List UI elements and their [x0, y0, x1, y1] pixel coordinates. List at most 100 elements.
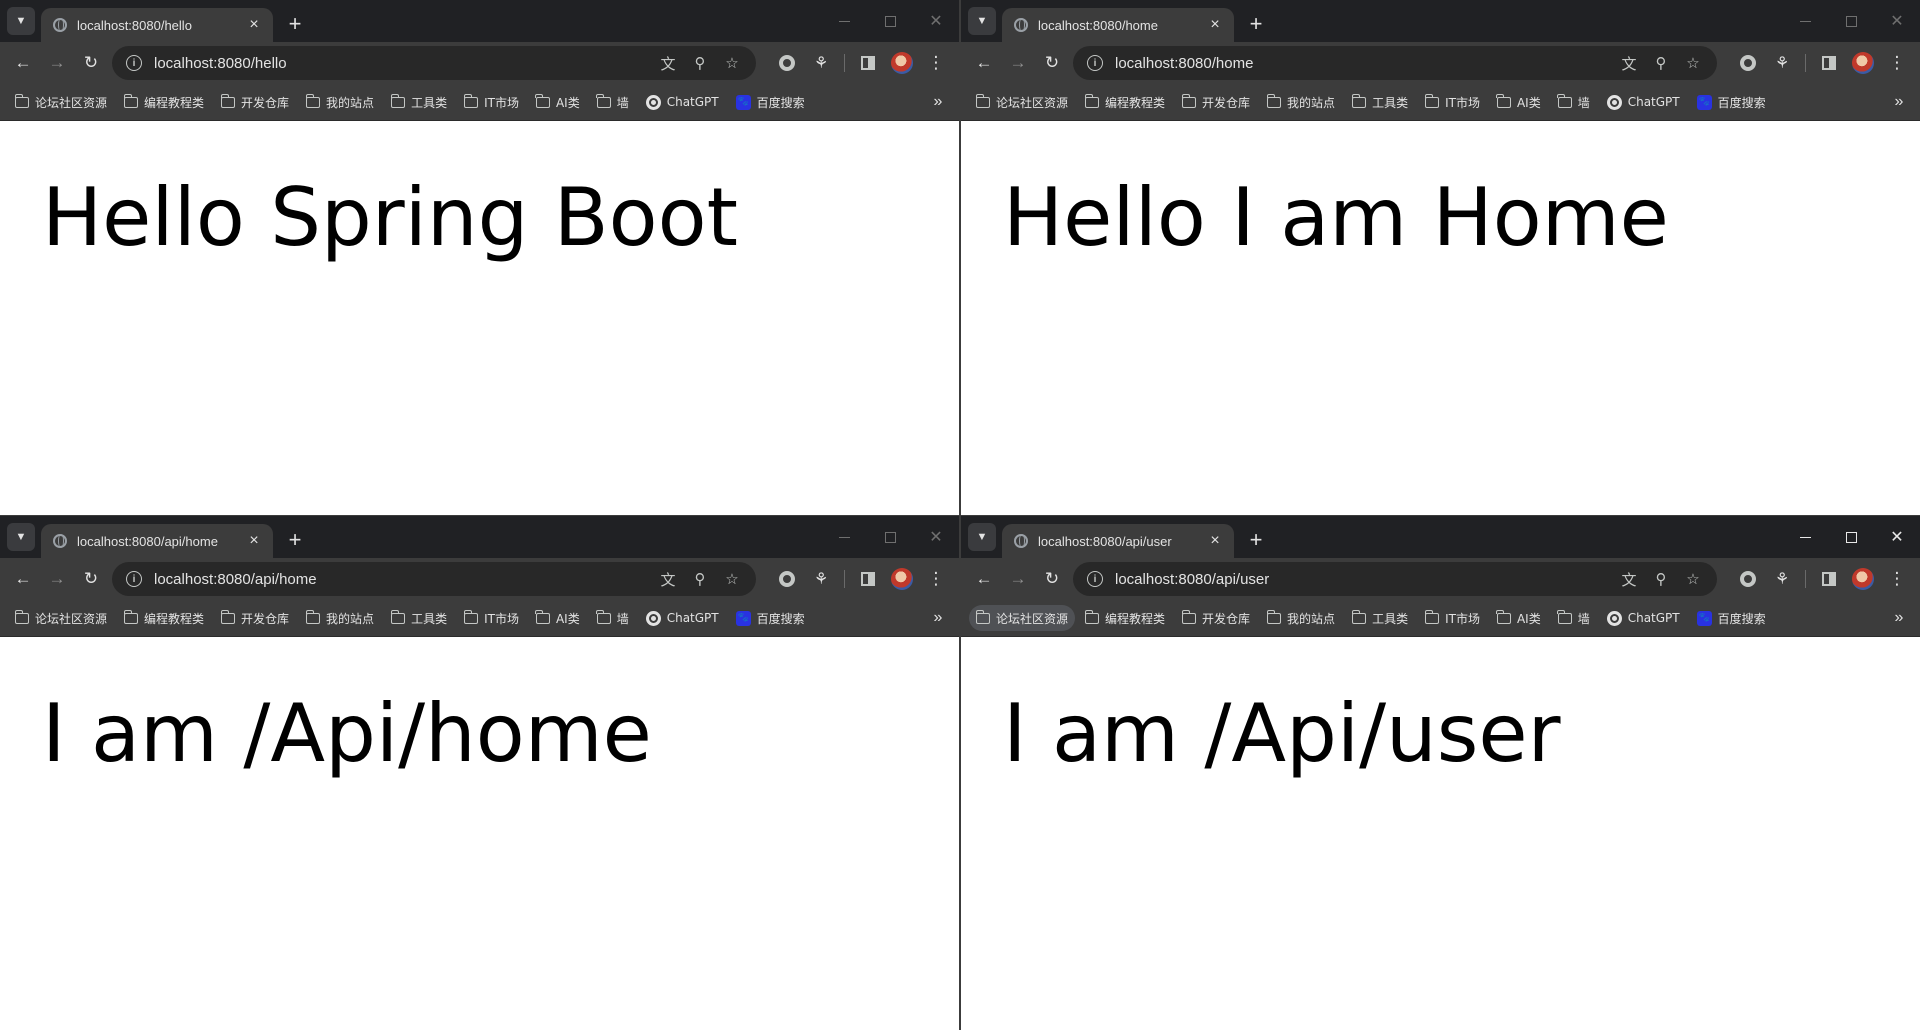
- profile-button[interactable]: [1846, 562, 1880, 596]
- forward-button[interactable]: →: [40, 562, 74, 596]
- url-text[interactable]: localhost:8080/home: [1115, 55, 1613, 72]
- back-button[interactable]: ←: [6, 562, 40, 596]
- bookmark-item[interactable]: 墙: [590, 89, 636, 115]
- new-tab-button[interactable]: +: [281, 10, 309, 38]
- bookmarks-overflow-button[interactable]: »: [925, 605, 951, 631]
- maximize-button[interactable]: [867, 516, 913, 558]
- bookmark-star-button[interactable]: ☆: [716, 564, 748, 594]
- tab-close-button[interactable]: ×: [1206, 16, 1224, 34]
- reload-button[interactable]: ↻: [1035, 46, 1069, 80]
- minimize-button[interactable]: [821, 0, 867, 42]
- bookmark-item[interactable]: 开发仓库: [214, 605, 296, 631]
- reload-button[interactable]: ↻: [74, 562, 108, 596]
- site-info-icon[interactable]: i: [1087, 55, 1103, 71]
- bookmark-star-button[interactable]: ☆: [716, 48, 748, 78]
- bookmark-item[interactable]: 墙: [1551, 605, 1597, 631]
- address-bar[interactable]: i localhost:8080/api/user 文 ⚲ ☆: [1073, 562, 1717, 596]
- active-tab[interactable]: localhost:8080/home ×: [1002, 8, 1234, 42]
- site-info-icon[interactable]: i: [1087, 571, 1103, 587]
- record-extension-button[interactable]: [770, 562, 804, 596]
- close-window-button[interactable]: ✕: [1874, 0, 1920, 42]
- url-text[interactable]: localhost:8080/api/home: [154, 571, 652, 588]
- back-button[interactable]: ←: [967, 46, 1001, 80]
- forward-button[interactable]: →: [1001, 46, 1035, 80]
- close-window-button[interactable]: ✕: [913, 516, 959, 558]
- bookmark-item[interactable]: IT市场: [1418, 605, 1487, 631]
- url-text[interactable]: localhost:8080/api/user: [1115, 571, 1613, 588]
- record-extension-button[interactable]: [770, 46, 804, 80]
- address-bar[interactable]: i localhost:8080/api/home 文 ⚲ ☆: [112, 562, 756, 596]
- active-tab[interactable]: localhost:8080/hello ×: [41, 8, 273, 42]
- bookmarks-overflow-button[interactable]: »: [1886, 605, 1912, 631]
- extensions-button[interactable]: ⚘: [804, 46, 838, 80]
- bookmark-item[interactable]: 开发仓库: [214, 89, 296, 115]
- bookmark-item[interactable]: ChatGPT: [639, 89, 726, 115]
- maximize-button[interactable]: [1828, 0, 1874, 42]
- new-tab-button[interactable]: +: [1242, 526, 1270, 554]
- zoom-button[interactable]: ⚲: [684, 564, 716, 594]
- bookmark-item[interactable]: 工具类: [1345, 605, 1415, 631]
- minimize-button[interactable]: [821, 516, 867, 558]
- bookmark-item[interactable]: ChatGPT: [1600, 605, 1687, 631]
- maximize-button[interactable]: [867, 0, 913, 42]
- bookmark-item[interactable]: 工具类: [1345, 89, 1415, 115]
- record-extension-button[interactable]: [1731, 562, 1765, 596]
- new-tab-button[interactable]: +: [1242, 10, 1270, 38]
- menu-button[interactable]: ⋮: [1880, 562, 1914, 596]
- bookmark-item[interactable]: AI类: [529, 89, 587, 115]
- bookmark-item[interactable]: 🐾 百度搜索: [1690, 605, 1773, 631]
- menu-button[interactable]: ⋮: [919, 46, 953, 80]
- extensions-button[interactable]: ⚘: [1765, 562, 1799, 596]
- bookmark-item[interactable]: 论坛社区资源: [969, 605, 1076, 631]
- translate-button[interactable]: 文: [1613, 564, 1645, 594]
- back-button[interactable]: ←: [967, 562, 1001, 596]
- profile-button[interactable]: [885, 562, 919, 596]
- reload-button[interactable]: ↻: [1035, 562, 1069, 596]
- bookmark-item[interactable]: 论坛社区资源: [8, 89, 114, 115]
- bookmarks-overflow-button[interactable]: »: [925, 89, 951, 115]
- minimize-button[interactable]: [1782, 0, 1828, 42]
- bookmark-item[interactable]: ChatGPT: [1600, 89, 1687, 115]
- back-button[interactable]: ←: [6, 46, 40, 80]
- translate-button[interactable]: 文: [1613, 48, 1645, 78]
- bookmark-item[interactable]: 工具类: [384, 89, 454, 115]
- active-tab[interactable]: localhost:8080/api/home ×: [41, 524, 273, 558]
- bookmark-item[interactable]: 🐾 百度搜索: [729, 605, 812, 631]
- bookmark-item[interactable]: 我的站点: [299, 89, 381, 115]
- side-panel-button[interactable]: [851, 562, 885, 596]
- record-extension-button[interactable]: [1731, 46, 1765, 80]
- bookmark-star-button[interactable]: ☆: [1677, 48, 1709, 78]
- bookmark-item[interactable]: 我的站点: [299, 605, 381, 631]
- translate-button[interactable]: 文: [652, 48, 684, 78]
- bookmark-item[interactable]: 开发仓库: [1175, 89, 1257, 115]
- bookmark-item[interactable]: 🐾 百度搜索: [1690, 89, 1773, 115]
- zoom-button[interactable]: ⚲: [1645, 564, 1677, 594]
- bookmark-item[interactable]: IT市场: [457, 89, 526, 115]
- forward-button[interactable]: →: [1001, 562, 1035, 596]
- bookmark-item[interactable]: 编程教程类: [117, 605, 211, 631]
- tab-search-button[interactable]: ▼: [7, 523, 35, 551]
- side-panel-button[interactable]: [1812, 46, 1846, 80]
- bookmark-star-button[interactable]: ☆: [1677, 564, 1709, 594]
- url-text[interactable]: localhost:8080/hello: [154, 55, 652, 72]
- bookmark-item[interactable]: 墙: [590, 605, 636, 631]
- bookmark-item[interactable]: 墙: [1551, 89, 1597, 115]
- forward-button[interactable]: →: [40, 46, 74, 80]
- bookmark-item[interactable]: 🐾 百度搜索: [729, 89, 812, 115]
- extensions-button[interactable]: ⚘: [804, 562, 838, 596]
- active-tab[interactable]: localhost:8080/api/user ×: [1002, 524, 1234, 558]
- reload-button[interactable]: ↻: [74, 46, 108, 80]
- site-info-icon[interactable]: i: [126, 571, 142, 587]
- profile-button[interactable]: [885, 46, 919, 80]
- bookmark-item[interactable]: 编程教程类: [1078, 89, 1172, 115]
- close-window-button[interactable]: ✕: [1874, 516, 1920, 558]
- bookmark-item[interactable]: AI类: [1490, 605, 1548, 631]
- minimize-button[interactable]: [1782, 516, 1828, 558]
- close-window-button[interactable]: ✕: [913, 0, 959, 42]
- tab-close-button[interactable]: ×: [245, 16, 263, 34]
- extensions-button[interactable]: ⚘: [1765, 46, 1799, 80]
- tab-close-button[interactable]: ×: [1206, 532, 1224, 550]
- bookmark-item[interactable]: 编程教程类: [1078, 605, 1172, 631]
- profile-button[interactable]: [1846, 46, 1880, 80]
- address-bar[interactable]: i localhost:8080/hello 文 ⚲ ☆: [112, 46, 756, 80]
